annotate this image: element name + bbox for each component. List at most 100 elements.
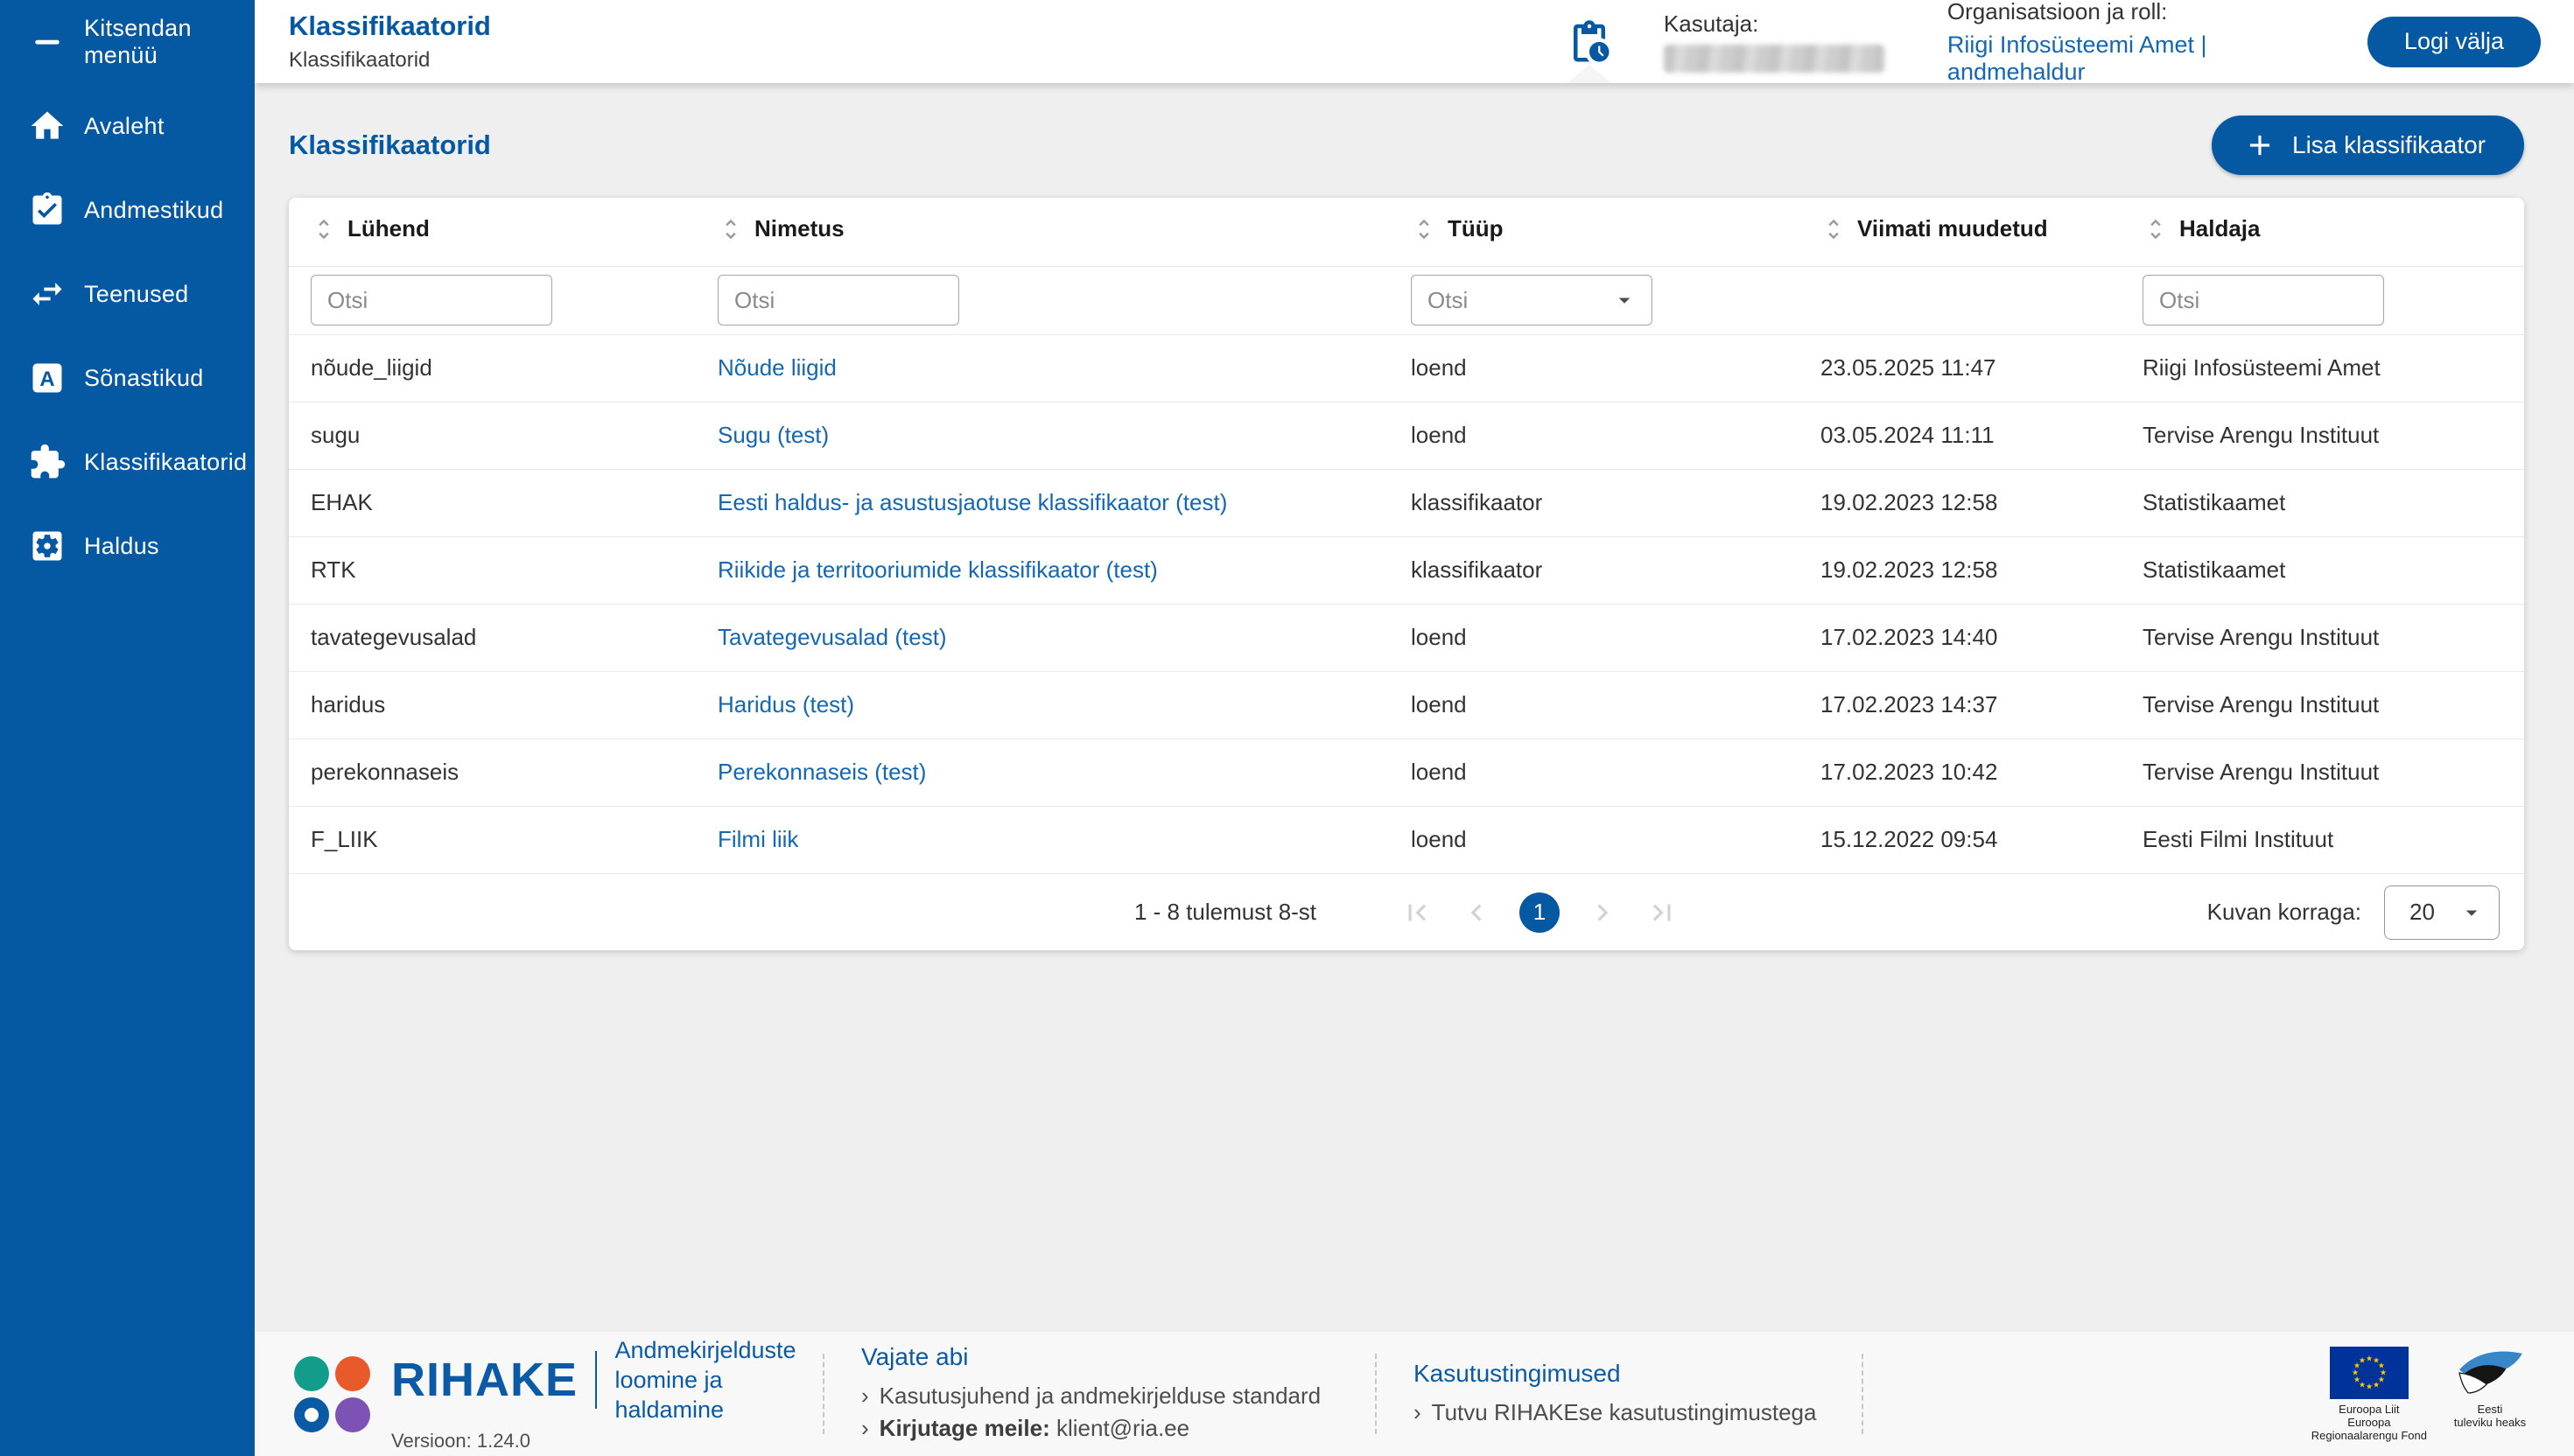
- first-page-icon[interactable]: [1400, 896, 1434, 929]
- classifier-link[interactable]: Filmi liik: [718, 826, 798, 852]
- swap-arrows-icon: [32, 283, 62, 305]
- cell-luhend: RTK: [289, 536, 696, 604]
- filter-haldaja-input[interactable]: [2143, 275, 2384, 326]
- cell-manager: Tervise Arengu Instituut: [2121, 670, 2524, 738]
- plus-icon: [2249, 135, 2270, 156]
- funding-logos: ★ ★ ★ ★ ★ ★ ★ ★ ★ ★ ★ ★ Euroopa Liit Euroopa Reg…: [2311, 1346, 2530, 1442]
- results-summary: 1 - 8 tulemust 8-st: [1133, 899, 1317, 925]
- table-row[interactable]: sugu Sugu (test) loend 03.05.2024 11:11 …: [289, 401, 2524, 469]
- user-name-redacted: [1663, 45, 1884, 73]
- sort-icon[interactable]: [718, 216, 744, 242]
- sort-icon[interactable]: [1411, 216, 1437, 242]
- classifier-link[interactable]: Sugu (test): [718, 422, 829, 448]
- version-text: Versioon: 1.24.0: [391, 1430, 531, 1452]
- app-root: Kitsendan menüü Avaleht Andmestikud Teen…: [0, 0, 2574, 1456]
- sidebar-item-collapse-menu[interactable]: Kitsendan menüü: [0, 0, 255, 84]
- sidebar-item-label: Andmestikud: [84, 196, 224, 223]
- sidebar-item-klassifikaatorid[interactable]: Klassifikaatorid: [0, 420, 255, 504]
- table-row[interactable]: nõude_liigid Nõude liigid loend 23.05.20…: [289, 333, 2524, 402]
- table-row[interactable]: F_LIIK Filmi liik loend 15.12.2022 09:54…: [289, 805, 2524, 873]
- sidebar: Kitsendan menüü Avaleht Andmestikud Teen…: [0, 0, 255, 1456]
- cell-manager: Eesti Filmi Instituut: [2121, 805, 2524, 873]
- classifier-link[interactable]: Haridus (test): [718, 691, 854, 718]
- filter-tyyp-select[interactable]: Otsi: [1411, 275, 1652, 326]
- eu-logo-caption: Euroopa Liit Euroopa Regionaalarengu Fon…: [2311, 1402, 2427, 1442]
- column-header-haldaja[interactable]: Haldaja: [2143, 215, 2261, 242]
- cell-type: loend: [1389, 401, 1799, 469]
- classifier-link[interactable]: Eesti haldus- ja asustusjaotuse klassifi…: [718, 489, 1227, 515]
- estonia-flag-swoosh-icon: [2458, 1350, 2522, 1394]
- next-page-icon[interactable]: [1586, 896, 1619, 929]
- sidebar-item-avaleht[interactable]: Avaleht: [0, 84, 255, 168]
- last-page-icon[interactable]: [1645, 896, 1679, 929]
- column-header-tyyp[interactable]: Tüüp: [1411, 215, 1504, 242]
- pager-controls: 1: [1400, 892, 1679, 933]
- cell-modified: 17.02.2023 14:40: [1799, 603, 2121, 671]
- brand-tagline: Andmekirjelduste loomine ja haldamine: [614, 1337, 796, 1423]
- sort-icon[interactable]: [1820, 216, 1847, 242]
- table-row[interactable]: RTK Riikide ja territooriumide klassifik…: [289, 536, 2524, 604]
- svg-text:★: ★: [2359, 1355, 2366, 1364]
- sidebar-item-label: Kitsendan menüü: [84, 15, 192, 68]
- sidebar-item-haldus[interactable]: Haldus: [0, 504, 255, 588]
- help-section: Vajate abi › Kasutusjuhend ja andmekirje…: [861, 1343, 1338, 1445]
- chevron-right-icon: ›: [861, 1382, 869, 1409]
- table-row[interactable]: haridus Haridus (test) loend 17.02.2023 …: [289, 670, 2524, 738]
- table-row[interactable]: tavategevusalad Tavategevusalad (test) l…: [289, 603, 2524, 671]
- cell-modified: 19.02.2023 12:58: [1799, 468, 2121, 536]
- page-size-select[interactable]: 20: [2384, 885, 2500, 940]
- collapse-menu-icon: [35, 39, 60, 45]
- filter-nimetus-input[interactable]: [718, 275, 959, 326]
- column-header-luhend[interactable]: Lühend: [311, 215, 430, 242]
- current-page-button[interactable]: 1: [1519, 892, 1561, 933]
- classifier-link[interactable]: Tavategevusalad (test): [718, 624, 947, 650]
- table-row[interactable]: EHAK Eesti haldus- ja asustusjaotuse kla…: [289, 468, 2524, 536]
- eu-flag-logo: ★ ★ ★ ★ ★ ★ ★ ★ ★ ★ ★ ★ Euroopa Liit Euroopa Reg…: [2311, 1346, 2427, 1442]
- terms-section: Kasutustingimused › Tutvu RIHAKEse kasut…: [1413, 1360, 1825, 1429]
- gear-square-icon: [32, 531, 62, 561]
- classifier-link[interactable]: Riikide ja territooriumide klassifikaato…: [718, 556, 1158, 583]
- rihake-logo-dots: [294, 1355, 370, 1432]
- cell-manager: Statistikaamet: [2121, 536, 2524, 604]
- cell-luhend: F_LIIK: [289, 805, 696, 873]
- cell-modified: 03.05.2024 11:11: [1799, 401, 2121, 469]
- logout-button[interactable]: Logi välja: [2367, 16, 2541, 67]
- cell-modified: 23.05.2025 11:47: [1799, 333, 2121, 402]
- add-classifier-button[interactable]: Lisa klassifikaator: [2212, 116, 2524, 175]
- breadcrumb: Klassifikaatorid: [289, 48, 431, 72]
- sidebar-item-teenused[interactable]: Teenused: [0, 252, 255, 336]
- sidebar-item-sonastikud[interactable]: A Sõnastikud: [0, 336, 255, 420]
- help-link-email[interactable]: › Kirjutage meile: klient@ria.ee: [861, 1412, 1338, 1445]
- page-title: Klassifikaatorid: [289, 130, 491, 160]
- column-header-viimati-muudetud[interactable]: Viimati muudetud: [1820, 215, 2048, 242]
- column-header-nimetus[interactable]: Nimetus: [718, 215, 845, 242]
- filter-luhend-input[interactable]: [311, 275, 552, 326]
- classifier-link[interactable]: Nõude liigid: [718, 354, 837, 381]
- cell-modified: 19.02.2023 12:58: [1799, 536, 2121, 604]
- classifier-link[interactable]: Perekonnaseis (test): [718, 759, 926, 785]
- page-size-label: Kuvan korraga:: [2206, 899, 2361, 925]
- help-link-manual[interactable]: › Kasutusjuhend ja andmekirjelduse stand…: [861, 1380, 1338, 1412]
- org-role-link[interactable]: Riigi Infosüsteemi Amet | andmehaldur: [1947, 32, 2310, 86]
- sidebar-item-label: Avaleht: [84, 112, 165, 139]
- previous-page-icon[interactable]: [1460, 896, 1493, 929]
- topbar-title: Klassifikaatorid: [289, 10, 491, 41]
- table-row[interactable]: perekonnaseis Perekonnaseis (test) loend…: [289, 738, 2524, 806]
- logo-dot-purple: [335, 1396, 370, 1432]
- sort-icon[interactable]: [2143, 216, 2169, 242]
- cell-manager: Riigi Infosüsteemi Amet: [2121, 333, 2524, 402]
- terms-heading: Kasutustingimused: [1413, 1359, 1621, 1387]
- pending-actions-button[interactable]: [1566, 0, 1613, 83]
- cell-type: loend: [1389, 670, 1799, 738]
- main-column: Klassifikaatorid Klassifikaatorid Kasuta…: [255, 0, 2574, 1456]
- topbar: Klassifikaatorid Klassifikaatorid Kasuta…: [255, 0, 2574, 86]
- cell-type: loend: [1389, 603, 1799, 671]
- clipboard-clock-icon: [1573, 19, 1610, 61]
- sort-icon[interactable]: [311, 216, 337, 242]
- puzzle-icon: [31, 444, 66, 479]
- cell-manager: Tervise Arengu Instituut: [2121, 738, 2524, 806]
- sidebar-item-andmestikud[interactable]: Andmestikud: [0, 168, 255, 252]
- terms-link[interactable]: › Tutvu RIHAKEse kasutustingimustega: [1413, 1396, 1825, 1429]
- cell-modified: 17.02.2023 14:37: [1799, 670, 2121, 738]
- brand-name: RIHAKE: [391, 1354, 579, 1406]
